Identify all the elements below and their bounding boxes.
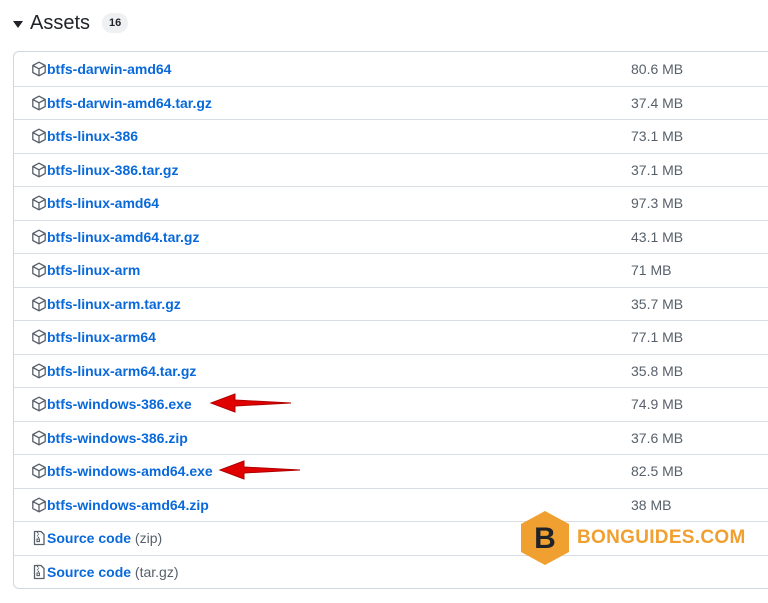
asset-size: 82.5 MB [631, 463, 684, 480]
asset-size: 35.8 MB [631, 362, 684, 379]
asset-link[interactable]: btfs-windows-386.zip [47, 430, 188, 446]
asset-size: 35.7 MB [631, 295, 684, 312]
bonguides-watermark: B BONGUIDES.COM [519, 510, 746, 566]
asset-row: btfs-linux-arm 71 MB [14, 253, 768, 287]
package-icon [31, 296, 46, 312]
package-icon [31, 61, 46, 77]
package-icon [31, 497, 46, 513]
asset-link[interactable]: btfs-darwin-amd64.tar.gz [47, 95, 212, 111]
package-icon [31, 262, 46, 278]
asset-link[interactable]: btfs-linux-arm.tar.gz [47, 296, 181, 312]
source-code-suffix: (tar.gz) [134, 563, 179, 580]
watermark-text: BONGUIDES.COM [577, 527, 746, 548]
package-icon [31, 463, 46, 479]
package-icon [31, 162, 46, 178]
asset-size: 43.1 MB [631, 228, 684, 245]
source-code-label: Source code [47, 563, 132, 580]
package-icon [31, 329, 46, 345]
svg-text:B: B [534, 522, 556, 555]
asset-row: btfs-linux-arm.tar.gz 35.7 MB [14, 286, 768, 321]
asset-link[interactable]: btfs-darwin-amd64 [47, 61, 171, 77]
asset-size: 97.3 MB [631, 195, 684, 212]
asset-row: btfs-linux-amd64.tar.gz 43.1 MB [14, 219, 768, 254]
asset-row: btfs-linux-386.tar.gz 37.1 MB [14, 152, 768, 187]
asset-size: 80.6 MB [631, 60, 684, 77]
asset-link[interactable]: btfs-linux-arm64.tar.gz [47, 363, 196, 379]
package-icon [31, 363, 46, 379]
file-zip-icon [31, 530, 45, 546]
asset-size: 37.4 MB [631, 94, 684, 111]
source-code-label: Source code [47, 530, 132, 547]
asset-link[interactable]: btfs-linux-arm [47, 262, 140, 278]
arrow-annotation-icon [218, 460, 301, 480]
asset-row: btfs-windows-386.exe 74.9 MB [14, 387, 768, 421]
source-code-link[interactable]: Source code (tar.gz) [47, 564, 179, 580]
asset-size: 73.1 MB [631, 128, 684, 145]
assets-count-badge: 16 [102, 13, 129, 33]
asset-link[interactable]: btfs-linux-arm64 [47, 329, 156, 345]
bonguides-logo-icon: B [521, 511, 569, 565]
package-icon [31, 430, 46, 446]
caret-down-icon[interactable] [13, 20, 23, 28]
asset-row: btfs-darwin-amd64 80.6 MB [14, 52, 768, 86]
source-code-suffix: (zip) [134, 530, 163, 547]
asset-link[interactable]: btfs-linux-amd64.tar.gz [47, 229, 199, 245]
assets-title: Assets [30, 11, 91, 34]
package-icon [31, 128, 46, 144]
asset-size: 71 MB [631, 262, 672, 279]
package-icon [31, 229, 46, 245]
asset-row: btfs-windows-386.zip 37.6 MB [14, 420, 768, 455]
asset-size: 77.1 MB [631, 329, 684, 346]
assets-list: btfs-darwin-amd64 80.6 MB btfs-darwin-amd6… [13, 51, 768, 589]
asset-row: btfs-linux-amd64 97.3 MB [14, 186, 768, 220]
arrow-annotation-icon [209, 393, 292, 413]
asset-link[interactable]: btfs-linux-386 [47, 128, 138, 144]
asset-size: 37.1 MB [631, 161, 684, 178]
asset-link[interactable]: btfs-linux-amd64 [47, 195, 159, 211]
asset-size: 74.9 MB [631, 396, 684, 413]
source-code-link[interactable]: Source code (zip) [47, 530, 162, 546]
asset-row: btfs-darwin-amd64.tar.gz 37.4 MB [14, 85, 768, 120]
asset-link[interactable]: btfs-linux-386.tar.gz [47, 162, 178, 178]
assets-header[interactable]: Assets 16 [13, 8, 129, 38]
asset-row: btfs-linux-arm64.tar.gz 35.8 MB [14, 353, 768, 388]
package-icon [31, 396, 46, 412]
asset-link[interactable]: btfs-windows-386.exe [47, 396, 192, 412]
file-zip-icon [31, 564, 45, 579]
asset-row: btfs-linux-arm64 77.1 MB [14, 320, 768, 354]
package-icon [31, 195, 46, 211]
asset-link[interactable]: btfs-windows-amd64.exe [47, 463, 213, 479]
asset-row: btfs-windows-amd64.exe 82.5 MB [14, 454, 768, 488]
package-icon [31, 95, 46, 111]
asset-row: btfs-linux-386 73.1 MB [14, 119, 768, 153]
asset-link[interactable]: btfs-windows-amd64.zip [47, 497, 209, 513]
asset-size: 37.6 MB [631, 429, 684, 446]
